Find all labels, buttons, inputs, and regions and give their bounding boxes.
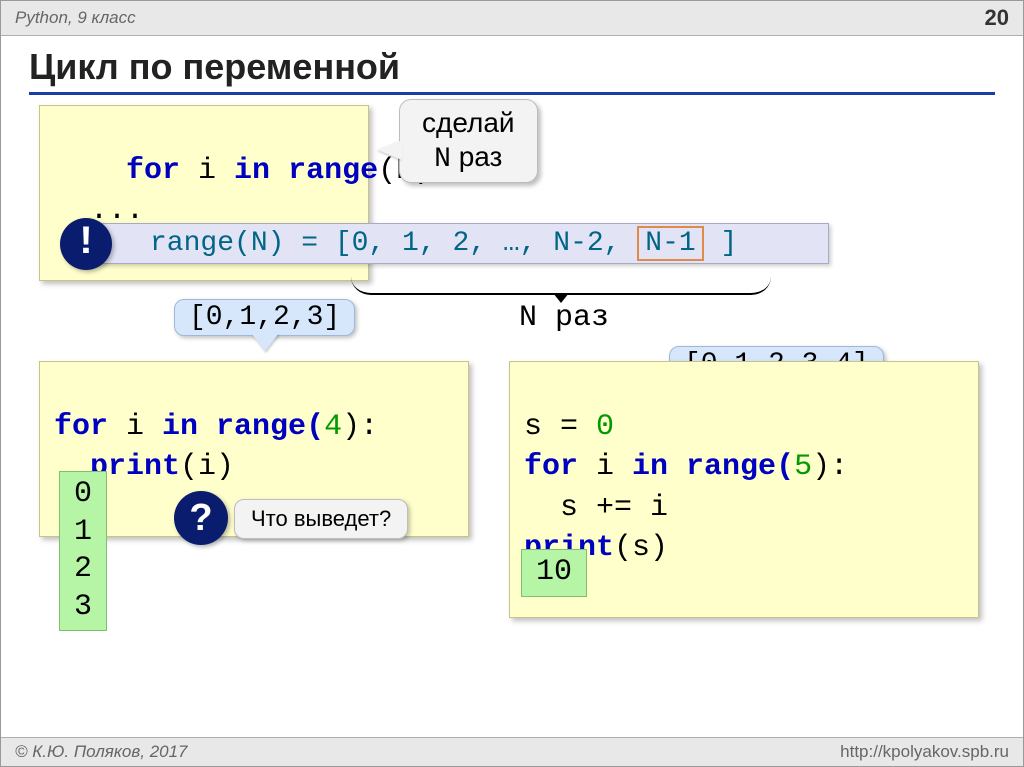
- exclamation-icon: !: [60, 218, 112, 270]
- callout-tail: [251, 333, 279, 351]
- code-text: i: [180, 154, 234, 188]
- output-range4: 0 1 2 3: [59, 471, 107, 631]
- label-text: [0,1,2,3]: [189, 302, 340, 333]
- footer-bar: © К.Ю. Поляков, 2017 http://kpolyakov.sp…: [1, 737, 1023, 766]
- code-kw: for: [126, 154, 180, 188]
- strip-text: ]: [704, 228, 738, 259]
- page-number: 20: [985, 5, 1009, 31]
- slide-title: Цикл по переменной: [29, 46, 995, 95]
- output-range5: 10: [521, 549, 587, 597]
- callout-do-n-times: сделай N раз: [399, 99, 538, 183]
- code-fn: range: [270, 154, 378, 188]
- question-bubble: Что выведет?: [234, 499, 408, 539]
- header-left: Python, 9 класс: [15, 8, 136, 28]
- boxed-n-minus-1: N-1: [637, 226, 703, 261]
- footer-copyright: © К.Ю. Поляков, 2017: [15, 742, 188, 762]
- top-bar: Python, 9 класс 20: [1, 1, 1023, 36]
- callout-tail: [378, 140, 402, 160]
- callout-line: сделай: [422, 106, 515, 140]
- brace-label: N раз: [519, 301, 609, 335]
- range4-values-callout: [0,1,2,3]: [174, 299, 355, 336]
- question-icon: ?: [174, 491, 228, 545]
- footer-url: http://kpolyakov.spb.ru: [840, 742, 1009, 762]
- strip-text: range(N) = [0, 1, 2, …, N-2,: [150, 228, 637, 259]
- code-kw: in: [234, 154, 270, 188]
- underbrace: [351, 269, 771, 295]
- info-strip-range: ! range(N) = [0, 1, 2, …, N-2, N-1 ]: [89, 223, 829, 264]
- callout-line: N раз: [422, 140, 515, 177]
